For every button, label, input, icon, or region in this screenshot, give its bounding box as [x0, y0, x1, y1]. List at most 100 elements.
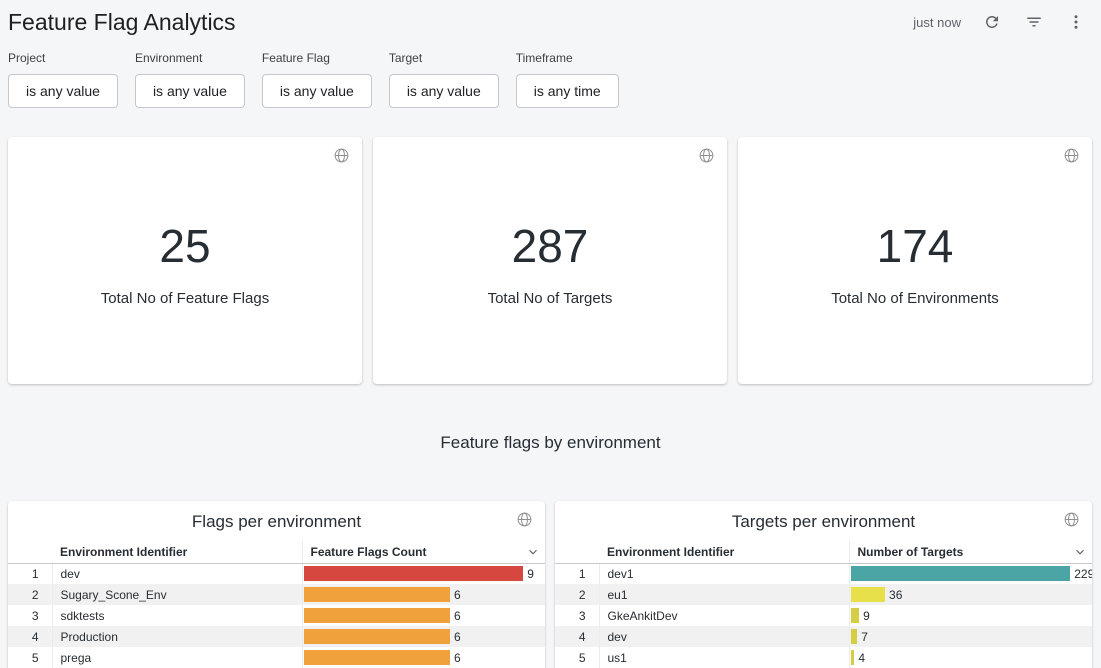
explore-button[interactable]: [333, 147, 350, 167]
explore-button[interactable]: [698, 147, 715, 167]
environment-name: Production: [52, 626, 302, 647]
value-bar: [851, 629, 858, 644]
environment-name: prega: [52, 647, 302, 668]
chevron-down-icon[interactable]: [1073, 545, 1087, 559]
value-bar: [851, 587, 886, 602]
value-label: 36: [889, 588, 902, 602]
filter-icon: [1025, 13, 1043, 31]
globe-icon: [516, 511, 533, 528]
table-row[interactable]: 3sdktests 6: [8, 605, 545, 626]
filter-group-environment: Environment is any value: [135, 51, 245, 108]
more-menu-button[interactable]: [1065, 11, 1087, 33]
value-bar-cell: 36: [849, 584, 1092, 605]
explore-button[interactable]: [1063, 511, 1080, 531]
column-header-value[interactable]: Number of Targets: [849, 541, 1092, 563]
environment-name: GkeAnkitDev: [599, 605, 849, 626]
filter-value-button-project[interactable]: is any value: [8, 74, 118, 108]
value-bar-cell: 6: [302, 626, 545, 647]
chevron-down-icon[interactable]: [526, 545, 540, 559]
environment-name: sdktests: [52, 605, 302, 626]
chart-title: Flags per environment: [8, 512, 545, 532]
filter-value-button-target[interactable]: is any value: [389, 74, 499, 108]
env-table: Environment Identifier Number of Targets…: [555, 541, 1092, 668]
chart-card-targets-per-environment: Targets per environment Environment Iden…: [555, 501, 1092, 668]
table-row[interactable]: 3GkeAnkitDev9: [555, 605, 1092, 626]
table-row[interactable]: 2eu1 36: [555, 584, 1092, 605]
explore-button[interactable]: [1063, 147, 1080, 167]
value-label: 7: [861, 630, 868, 644]
kpi-label: Total No of Environments: [738, 290, 1092, 307]
filter-value-button-feature-flag[interactable]: is any value: [262, 74, 372, 108]
row-index: 1: [555, 563, 599, 584]
section-title: Feature flags by environment: [0, 433, 1101, 453]
table-row[interactable]: 4dev7: [555, 626, 1092, 647]
row-index: 5: [555, 647, 599, 668]
table-row[interactable]: 1dev1 229: [555, 563, 1092, 584]
filter-label: Environment: [135, 51, 245, 65]
value-bar-cell: 4: [849, 647, 1092, 668]
table-row[interactable]: 2Sugary_Scone_Env 6: [8, 584, 545, 605]
value-label: 4: [858, 651, 865, 665]
dashboard-filter-button[interactable]: [1023, 11, 1045, 33]
value-label: 6: [454, 609, 461, 623]
row-index: 1: [8, 563, 52, 584]
environment-name: dev1: [599, 563, 849, 584]
value-bar-cell: 6: [302, 584, 545, 605]
row-index: 2: [8, 584, 52, 605]
globe-icon: [1063, 147, 1080, 164]
value-label: 6: [454, 588, 461, 602]
value-bar: [304, 629, 451, 644]
value-label: 229: [1074, 567, 1092, 581]
kpi-label: Total No of Targets: [373, 290, 727, 307]
value-bar: [304, 608, 451, 623]
environment-name: eu1: [599, 584, 849, 605]
kpi-card-targets: 287 Total No of Targets: [373, 137, 727, 384]
environment-name: Sugary_Scone_Env: [52, 584, 302, 605]
column-header-identifier[interactable]: Environment Identifier: [52, 541, 302, 563]
kpi-value: 287: [373, 137, 727, 269]
environment-name: dev: [52, 563, 302, 584]
filter-value-button-environment[interactable]: is any value: [135, 74, 245, 108]
environment-name: us1: [599, 647, 849, 668]
filter-label: Timeframe: [516, 51, 619, 65]
filter-label: Target: [389, 51, 499, 65]
column-header-value-label: Number of Targets: [858, 545, 964, 559]
filter-group-target: Target is any value: [389, 51, 499, 108]
kpi-value: 174: [738, 137, 1092, 269]
globe-icon: [1063, 511, 1080, 528]
value-bar-cell: 6: [302, 647, 545, 668]
row-number-header: [8, 541, 52, 563]
value-label: 6: [454, 651, 461, 665]
row-index: 3: [555, 605, 599, 626]
table-row[interactable]: 4Production6: [8, 626, 545, 647]
kpi-card-environments: 174 Total No of Environments: [738, 137, 1092, 384]
environment-name: dev: [599, 626, 849, 647]
filter-group-timeframe: Timeframe is any time: [516, 51, 619, 108]
value-bar-cell: 9: [849, 605, 1092, 626]
refresh-button[interactable]: [981, 11, 1003, 33]
table-row[interactable]: 1dev9: [8, 563, 545, 584]
filter-value-button-timeframe[interactable]: is any time: [516, 74, 619, 108]
globe-icon: [333, 147, 350, 164]
last-updated: just now: [913, 15, 961, 30]
column-header-value-label: Feature Flags Count: [311, 545, 427, 559]
chart-title: Targets per environment: [555, 512, 1092, 532]
row-index: 4: [8, 626, 52, 647]
filter-label: Project: [8, 51, 118, 65]
value-bar-cell: 9: [302, 563, 545, 584]
row-index: 3: [8, 605, 52, 626]
page-title: Feature Flag Analytics: [8, 9, 236, 36]
row-index: 2: [555, 584, 599, 605]
value-bar: [304, 587, 451, 602]
value-bar: [851, 566, 1071, 581]
column-header-value[interactable]: Feature Flags Count: [302, 541, 545, 563]
value-bar: [851, 608, 860, 623]
row-number-header: [555, 541, 599, 563]
value-bar-cell: 229: [849, 563, 1092, 584]
filter-label: Feature Flag: [262, 51, 372, 65]
table-row[interactable]: 5prega6: [8, 647, 545, 668]
table-row[interactable]: 5us1 4: [555, 647, 1092, 668]
explore-button[interactable]: [516, 511, 533, 531]
column-header-identifier[interactable]: Environment Identifier: [599, 541, 849, 563]
filter-bar: Project is any value Environment is any …: [0, 36, 1101, 108]
